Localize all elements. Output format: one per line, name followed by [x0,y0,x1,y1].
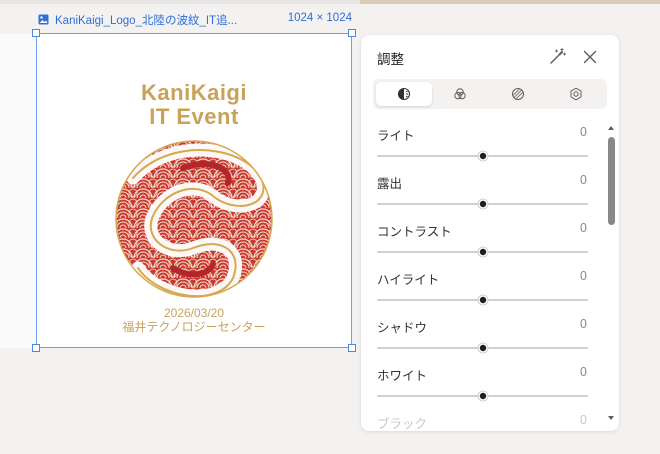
slider-thumb[interactable] [477,294,489,306]
adjust-tabs [373,79,607,109]
slider-row-blacks: ブラック 0 [361,407,601,431]
slider-label: 露出 [377,177,403,191]
slider-row-contrast: コントラスト 0 [361,215,601,263]
slider-row-highlights: ハイライト 0 [361,263,601,311]
panel-title: 調整 [377,52,404,67]
tab-effects[interactable] [490,82,546,106]
image-icon [38,14,49,25]
tab-advanced[interactable] [548,82,604,106]
slider-row-whites: ホワイト 0 [361,359,601,407]
slider-value: 0 [580,221,587,235]
slider-value: 0 [580,413,587,427]
scrollbar-thumb[interactable] [608,137,615,225]
slider-label: コントラスト [377,225,452,239]
slider-label: ライト [377,129,415,143]
slider-list: ライト 0 露出 0 コントラスト 0 ハイライト 0 シャドウ 0 ホワイト … [361,119,601,431]
left-panel-edge [0,34,36,348]
selected-image[interactable]: KaniKaigi IT Event 2026/03/20 福井テクノロジーセン… [36,33,352,348]
advanced-tab-icon [570,87,582,101]
slider-row-light: ライト 0 [361,119,601,167]
effects-tab-icon [512,88,524,100]
image-dimensions: 1024 × 1024 [287,12,352,24]
slider-row-exposure: 露出 0 [361,167,601,215]
logo-title-line1: KaniKaigi [141,80,247,105]
slider-thumb[interactable] [477,342,489,354]
wave-crab-emblem [115,140,273,298]
slider-thumb[interactable] [477,390,489,402]
slider-thumb[interactable] [477,246,489,258]
scroll-up-arrow-icon[interactable] [606,123,616,133]
close-icon[interactable] [580,47,600,67]
resize-handle-top-right[interactable] [348,29,356,37]
image-filename: KaniKaigi_Logo_北陸の波紋_IT追... [55,15,238,27]
color-tab-icon [454,88,466,100]
slider-label: ハイライト [377,273,440,287]
resize-handle-bottom-left[interactable] [32,344,40,352]
slider-row-shadows: シャドウ 0 [361,311,601,359]
panel-scrollbar[interactable] [606,123,616,423]
image-header: KaniKaigi_Logo_北陸の波紋_IT追... 1024 × 1024 [38,12,354,28]
tab-color[interactable] [432,82,488,106]
logo-date: 2026/03/20 [163,306,225,320]
light-tab-icon [397,87,411,101]
slider-thumb[interactable] [477,150,489,162]
slider-value: 0 [580,125,587,139]
slider-value: 0 [580,173,587,187]
logo-title-line2: IT Event [149,104,239,129]
slider-label: シャドウ [377,321,428,335]
slider-value: 0 [580,317,587,331]
scroll-down-arrow-icon[interactable] [606,413,616,423]
resize-handle-top-left[interactable] [32,29,40,37]
slider-label: ブラック [377,417,428,431]
slider-value: 0 [580,365,587,379]
logo-venue: 福井テクノロジーセンター [122,320,266,334]
slider-thumb[interactable] [477,198,489,210]
magic-wand-icon[interactable] [547,47,567,67]
slider-value: 0 [580,269,587,283]
slider-label: ホワイト [377,369,428,383]
tab-light[interactable] [376,82,432,106]
top-strip [0,0,660,4]
resize-handle-bottom-right[interactable] [348,344,356,352]
adjust-panel: 調整 ライト 0 露出 0 コントラスト 0 ハイライト 0 シャドウ 0 ホワ… [361,35,619,431]
